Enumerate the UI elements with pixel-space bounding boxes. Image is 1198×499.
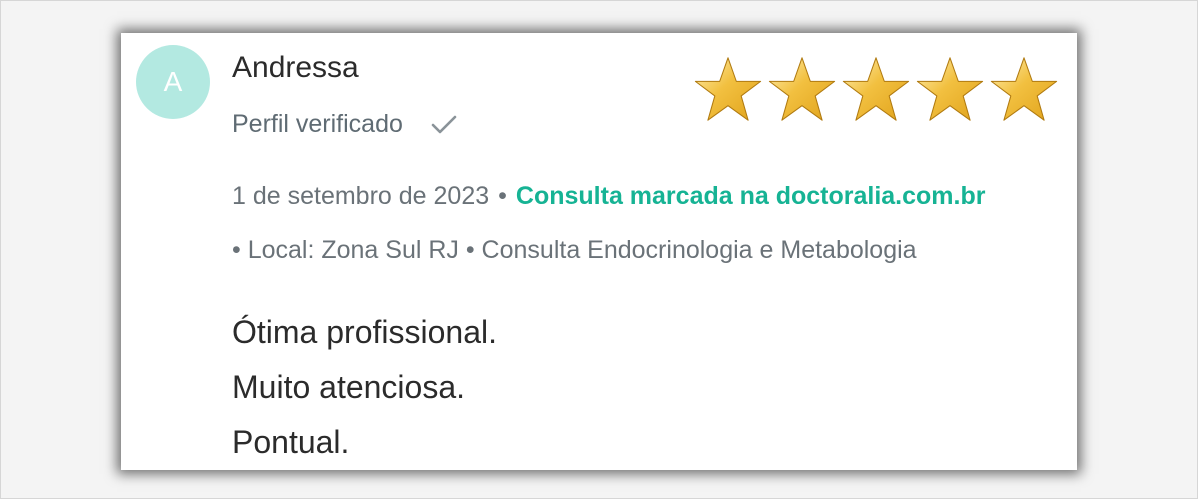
review-card: A Andressa Perfil verificado 1 de setemb… <box>121 33 1077 470</box>
avatar-initial: A <box>163 66 183 97</box>
star-icon <box>694 57 762 121</box>
star-icon <box>842 57 910 121</box>
reviewer-name: Andressa <box>232 51 359 84</box>
meta-separator: • <box>498 182 507 210</box>
star-icon <box>916 57 984 121</box>
booking-note: Consulta marcada na doctoralia.com.br <box>515 182 986 210</box>
review-meta: 1 de setembro de 2023 • Consulta marcada n… <box>232 182 985 211</box>
avatar: A <box>136 45 210 119</box>
review-date: 1 de setembro de 2023 <box>232 182 490 210</box>
verified-badge: Perfil verificado <box>232 110 461 139</box>
review-text-line: Ótima profissional. <box>232 314 497 350</box>
consultation-details: • Local: Zona Sul RJ • Consulta Endocrin… <box>232 236 917 264</box>
review-text: Ótima profissional. Muito atenciosa. Pontu… <box>232 305 497 470</box>
star-icon <box>990 57 1058 121</box>
review-text-line: Pontual. <box>232 424 350 460</box>
review-text-line: Muito atenciosa. <box>232 369 466 405</box>
star-rating <box>693 55 1059 123</box>
verified-label: Perfil verificado <box>232 110 403 138</box>
check-icon <box>431 115 457 133</box>
star-icon <box>768 57 836 121</box>
